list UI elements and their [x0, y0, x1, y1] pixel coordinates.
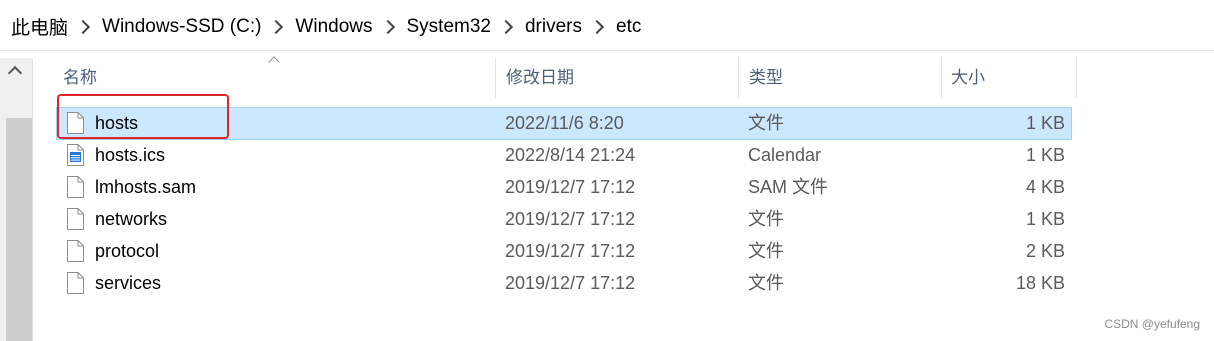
file-size: 4 KB: [1025, 177, 1065, 197]
file-name: hosts.ics: [95, 145, 166, 165]
column-header-name-label: 名称: [63, 68, 97, 87]
breadcrumb-etc[interactable]: etc: [616, 16, 641, 38]
blank-file-icon: [67, 272, 84, 294]
chevron-right-icon[interactable]: [498, 19, 514, 34]
chevron-right-icon[interactable]: [589, 19, 605, 34]
file-modified-date: 2022/8/14 21:24: [505, 145, 636, 165]
file-modified-date: 2019/12/7 17:12: [505, 209, 636, 229]
chevron-right-icon[interactable]: [380, 19, 395, 34]
breadcrumb-this-pc[interactable]: 此电脑: [11, 13, 68, 40]
column-header-size-label: 大小: [951, 68, 985, 87]
blank-file-icon: [67, 208, 84, 230]
file-type: 文件: [748, 209, 784, 229]
file-type: SAM 文件: [748, 177, 829, 197]
file-row-networks[interactable]: networks 2019/12/7 17:12 文件 1 KB: [57, 204, 1071, 235]
sort-ascending-icon: [268, 56, 280, 68]
file-size: 1 KB: [1025, 209, 1065, 229]
file-name: protocol: [95, 241, 160, 261]
file-type: 文件: [748, 241, 784, 261]
file-type: 文件: [748, 113, 784, 133]
chevron-right-icon[interactable]: [75, 19, 91, 34]
breadcrumb-system32[interactable]: System32: [407, 16, 491, 38]
breadcrumb-c-drive[interactable]: Windows-SSD (C:): [102, 16, 261, 38]
column-header-type-label: 类型: [749, 68, 783, 87]
column-header-modified-label: 修改日期: [506, 68, 574, 87]
file-name: networks: [95, 209, 168, 229]
address-bar[interactable]: 此电脑 Windows-SSD (C:) Windows System32 dr…: [0, 0, 1214, 51]
file-row-hosts-ics[interactable]: hosts.ics 2022/8/14 21:24 Calendar 1 KB: [57, 140, 1071, 171]
breadcrumb: 此电脑 Windows-SSD (C:) Windows System32 dr…: [11, 13, 641, 40]
chevron-right-icon[interactable]: [269, 19, 284, 34]
file-size: 1 KB: [1025, 113, 1065, 133]
vertical-scrollbar[interactable]: [0, 58, 33, 341]
file-modified-date: 2019/12/7 17:12: [505, 273, 636, 293]
column-header-modified[interactable]: 修改日期: [496, 58, 739, 98]
file-size: 2 KB: [1025, 241, 1065, 261]
scrollbar-thumb[interactable]: [6, 118, 32, 341]
column-header-size[interactable]: 大小: [942, 58, 1077, 98]
file-modified-date: 2022/11/6 8:20: [505, 113, 624, 133]
column-header-name[interactable]: 名称: [33, 56, 496, 98]
calendar-file-icon: [67, 144, 84, 166]
blank-file-icon: [67, 240, 84, 262]
file-modified-date: 2019/12/7 17:12: [505, 241, 636, 261]
file-type: Calendar: [748, 145, 822, 165]
file-type: 文件: [748, 273, 784, 293]
file-size: 18 KB: [1015, 273, 1065, 293]
file-size: 1 KB: [1025, 145, 1065, 165]
blank-file-icon: [67, 176, 84, 198]
file-name: lmhosts.sam: [95, 177, 197, 197]
file-row-services[interactable]: services 2019/12/7 17:12 文件 18 KB: [57, 268, 1071, 299]
file-row-protocol[interactable]: protocol 2019/12/7 17:12 文件 2 KB: [57, 236, 1071, 267]
annotation-highlight-box: [57, 94, 229, 139]
breadcrumb-windows[interactable]: Windows: [295, 16, 372, 38]
watermark: CSDN @yefufeng: [1104, 317, 1200, 331]
column-header-type[interactable]: 类型: [739, 58, 942, 98]
file-row-lmhosts-sam[interactable]: lmhosts.sam 2019/12/7 17:12 SAM 文件 4 KB: [57, 172, 1071, 203]
column-header-row: 名称 修改日期 类型 大小: [33, 56, 1214, 98]
scroll-up-arrow-icon[interactable]: [7, 65, 23, 81]
breadcrumb-drivers[interactable]: drivers: [525, 16, 582, 38]
file-modified-date: 2019/12/7 17:12: [505, 177, 636, 197]
file-name: services: [95, 273, 162, 293]
